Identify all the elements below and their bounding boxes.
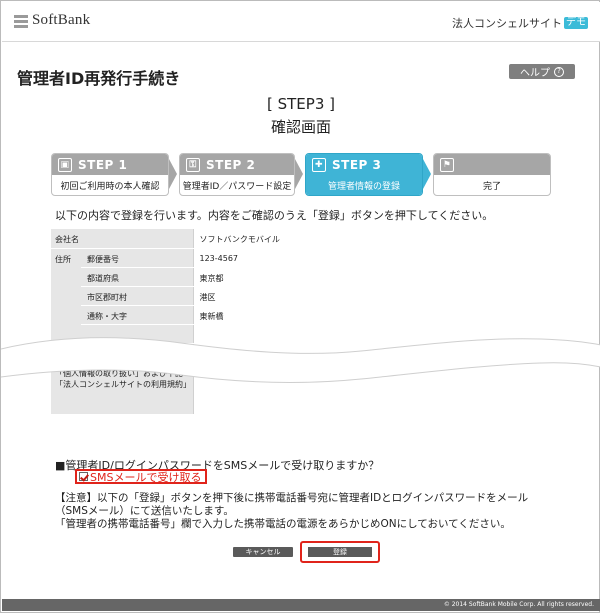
step-1-head: STEP 1 <box>78 157 128 172</box>
step-2-label: 管理者ID／パスワード設定 <box>182 182 292 192</box>
softbank-logo-icon <box>14 14 28 28</box>
site-header: SoftBank 法人コンシェルサイト デモ <box>2 2 600 42</box>
help-button[interactable]: ヘルプ ? <box>509 64 575 79</box>
step-3-head: STEP 3 <box>332 157 382 172</box>
step-1-label: 初回ご利用時の本人確認 <box>60 182 160 192</box>
step-4-label: 完了 <box>482 182 501 192</box>
demo-badge: デモ <box>564 17 588 29</box>
register-button-highlight: 登録 <box>300 541 380 563</box>
step-2: ⚿ STEP 2 管理者ID／パスワード設定 <box>179 153 295 196</box>
postal-label: 郵便番号 <box>81 248 193 268</box>
step-subtitle: 確認画面 <box>270 118 331 136</box>
step-number: [ STEP3 ] <box>267 95 335 113</box>
table-row: 都道府県 東京都 <box>51 267 551 287</box>
intro-text: 以下の内容で登録を行います。内容をご確認のうえ「登録」ボタンを押下してください。 <box>55 209 494 222</box>
step-arrow-icon <box>169 159 177 189</box>
step-arrow-icon <box>295 159 303 189</box>
question-icon: ? <box>554 66 564 77</box>
notice-line-2: 「管理者の携帯電話番号」欄で入力した携帯電話の電源をあらかじめONにしておいてく… <box>55 518 511 530</box>
help-button-label: ヘルプ <box>520 68 550 79</box>
prefecture-label: 都道府県 <box>81 267 193 287</box>
step-1: ▣ STEP 1 初回ご利用時の本人確認 <box>51 153 169 196</box>
brand-logo[interactable]: SoftBank <box>14 12 90 29</box>
cancel-button[interactable]: キャンセル <box>233 547 293 557</box>
sms-checkbox-label: SMSメールで受け取る <box>90 470 202 484</box>
postal-value: 123-4567 <box>192 248 551 268</box>
step-4: ⚑ 完了 <box>433 153 551 196</box>
progress-stepper: ▣ STEP 1 初回ご利用時の本人確認 ⚿ STEP 2 管理者ID／パスワー… <box>51 153 551 196</box>
user-add-icon: ✚ <box>312 157 326 172</box>
table-row: 会社名 ソフトバンクモバイル <box>51 229 551 249</box>
site-name: 法人コンシェルサイト デモ <box>452 15 588 31</box>
step-heading: [ STEP3 ] 確認画面 <box>1 93 600 138</box>
checkbox-checked-icon[interactable] <box>79 472 88 481</box>
street-label: 通称・大字 <box>81 305 193 325</box>
footer-copyright: © 2014 SoftBank Mobile Corp. All rights … <box>2 599 600 611</box>
site-name-label: 法人コンシェルサイト <box>452 17 562 30</box>
page-title: 管理者ID再発行手続き <box>17 69 181 88</box>
page-tear-divider <box>1 337 600 383</box>
checkered-flag-icon: ⚑ <box>440 157 454 172</box>
step-2-head: STEP 2 <box>206 157 256 172</box>
table-row: 通称・大字 東新橋 <box>51 305 551 325</box>
street-value: 東新橋 <box>192 305 551 325</box>
notice-text: 【注意】以下の「登録」ボタンを押下後に携帯電話番号宛に管理者IDとログインパスワ… <box>55 492 555 531</box>
city-label: 市区郡町村 <box>81 286 193 306</box>
company-value: ソフトバンクモバイル <box>192 229 551 249</box>
company-label: 会社名 <box>51 229 193 249</box>
register-button[interactable]: 登録 <box>308 547 372 557</box>
brand-name: SoftBank <box>32 12 91 28</box>
page-frame: SoftBank 法人コンシェルサイト デモ 管理者ID再発行手続き ヘルプ ?… <box>0 0 600 613</box>
key-icon: ⚿ <box>186 157 200 172</box>
city-value: 港区 <box>192 286 551 306</box>
table-row: 住所 郵便番号 123-4567 <box>51 248 551 363</box>
id-card-icon: ▣ <box>58 157 72 172</box>
sms-checkbox[interactable]: SMSメールで受け取る <box>75 469 208 484</box>
step-arrow-icon <box>423 159 431 189</box>
step-3: ✚ STEP 3 管理者情報の登録 <box>305 153 423 196</box>
notice-line-1: 【注意】以下の「登録」ボタンを押下後に携帯電話番号宛に管理者IDとログインパスワ… <box>55 492 529 517</box>
step-3-label: 管理者情報の登録 <box>306 175 422 195</box>
table-row: 市区郡町村 港区 <box>51 286 551 306</box>
prefecture-value: 東京都 <box>192 267 551 287</box>
